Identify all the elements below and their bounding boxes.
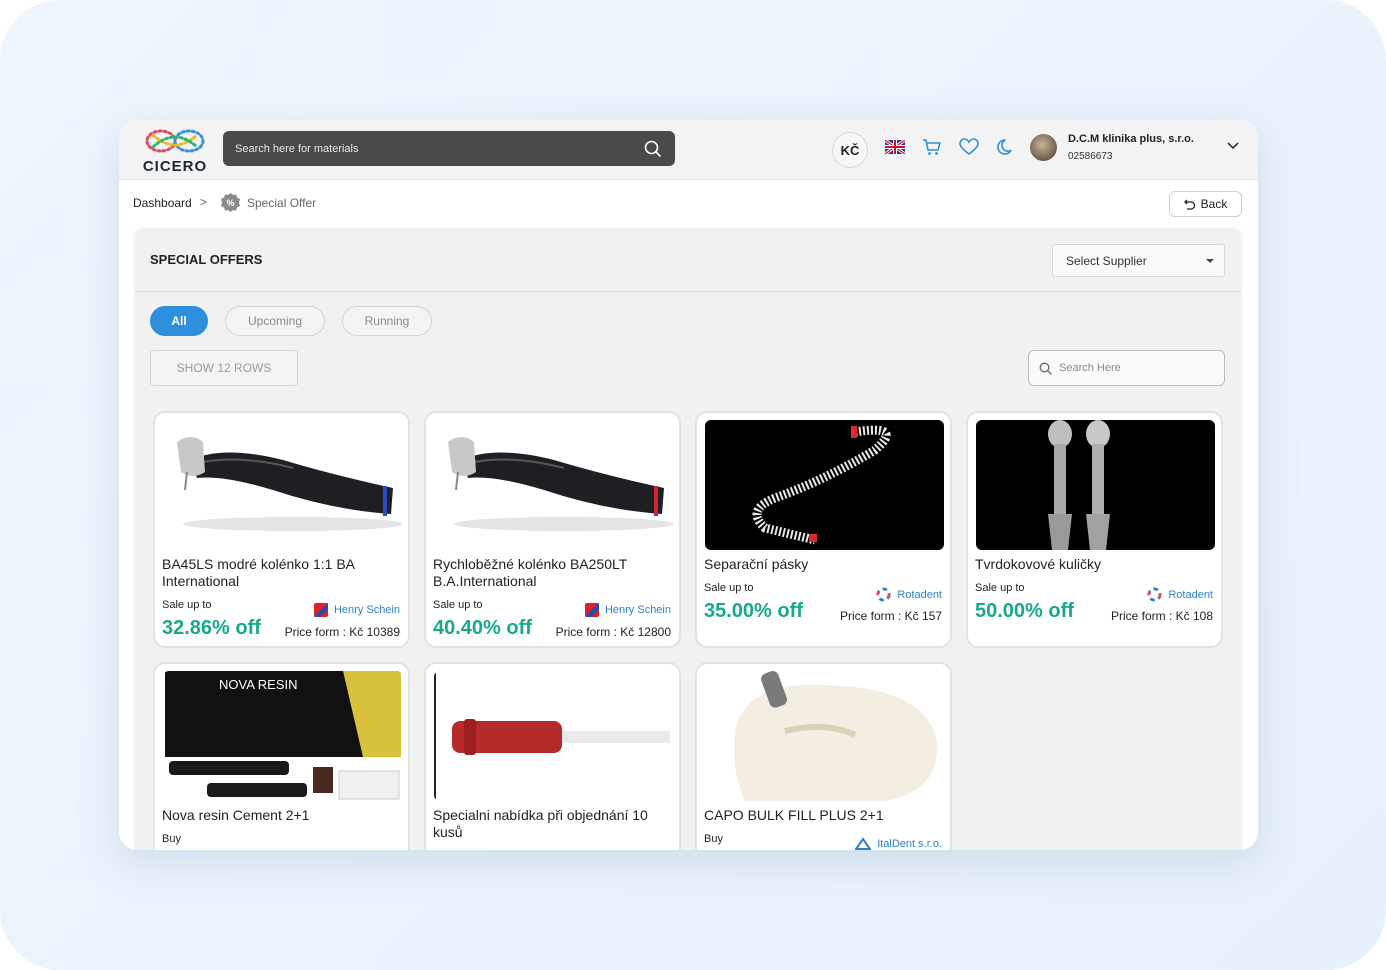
offer-search-input[interactable]: [1059, 351, 1209, 385]
offer-card[interactable]: CAPO BULK FILL PLUS 2+1 Buy ItalDent s.r…: [695, 662, 952, 850]
offer-card[interactable]: Specialni nabídka při objednání 10 kusů: [424, 662, 681, 850]
search-icon[interactable]: [644, 140, 661, 157]
supplier-link[interactable]: Henry Schein: [584, 603, 671, 617]
henry-schein-logo-icon: [584, 603, 599, 617]
infinity-logo-icon: [145, 129, 205, 153]
discount-value: 35.00% off: [704, 600, 803, 622]
product-image-separating-strip: [705, 420, 944, 550]
panel-divider: [135, 291, 1241, 292]
material-search-input[interactable]: [235, 131, 625, 166]
product-image-handpiece-blue: [163, 420, 402, 550]
svg-text:%: %: [226, 198, 234, 208]
price-from: Price form : Kč 157: [839, 609, 942, 623]
offer-card[interactable]: Separační pásky Sale up to Rotadent 35.0…: [695, 411, 952, 648]
tab-upcoming[interactable]: Upcoming: [225, 306, 325, 336]
offer-card[interactable]: Tvrdokovové kuličky Sale up to Rotadent …: [966, 411, 1223, 648]
offer-name: Separační pásky: [704, 556, 809, 572]
caret-down-icon: [1206, 259, 1214, 263]
discount-value: 50.00% off: [975, 600, 1074, 622]
material-search-bar: [223, 131, 675, 166]
uk-flag-icon[interactable]: [885, 140, 905, 154]
discount-badge-icon: %: [221, 193, 240, 212]
discount-value: 40.40% off: [433, 617, 532, 639]
offer-name: Nova resin Cement 2+1: [162, 807, 310, 823]
nova-resin-box-text: NOVA RESIN: [219, 677, 298, 692]
product-image-red-handle-tool: [434, 671, 673, 801]
supplier-link[interactable]: Rotadent: [1147, 587, 1213, 602]
rotadent-logo-icon: [876, 587, 891, 602]
cart-icon[interactable]: [922, 138, 942, 156]
discount-value: 32.86% off: [162, 617, 261, 639]
panel-title: SPECIAL OFFERS: [150, 252, 263, 267]
sale-label: Buy: [704, 833, 723, 845]
top-bar: CICERO KČ D.C.M: [119, 120, 1258, 180]
app-window: CICERO KČ D.C.M: [119, 120, 1258, 850]
tab-running[interactable]: Running: [342, 306, 432, 336]
cicero-logo[interactable]: CICERO: [139, 125, 211, 177]
supplier-select[interactable]: Select Supplier: [1052, 244, 1225, 277]
tab-all[interactable]: All: [150, 306, 208, 336]
back-label: Back: [1200, 197, 1228, 211]
offer-search-box: [1028, 350, 1225, 386]
chevron-down-icon[interactable]: [1227, 142, 1239, 150]
supplier-name: Rotadent: [1168, 588, 1213, 601]
supplier-name: Rotadent: [897, 588, 942, 601]
product-image-handpiece-red: [434, 420, 673, 550]
company-name: D.C.M klinika plus, s.r.o.: [1068, 133, 1194, 145]
breadcrumb-special-offer: Special Offer: [247, 196, 317, 210]
offer-card[interactable]: Rychloběžné kolénko BA250LT B.A.Internat…: [424, 411, 681, 648]
henry-schein-logo-icon: [313, 603, 328, 617]
supplier-link[interactable]: Henry Schein: [313, 603, 400, 617]
sale-label: Sale up to: [704, 582, 754, 594]
company-id: 02586673: [1068, 151, 1113, 162]
sale-label: Buy: [162, 833, 181, 845]
offer-name: CAPO BULK FILL PLUS 2+1: [704, 807, 884, 823]
offer-card[interactable]: NOVA RESIN Nova resin Cement 2+1 Buy: [153, 662, 410, 850]
product-image-carbide-burs: [976, 420, 1215, 550]
show-rows-button[interactable]: SHOW 12 ROWS: [150, 350, 298, 386]
sale-label: Sale up to: [975, 582, 1025, 594]
search-icon: [1039, 362, 1052, 375]
dark-mode-moon-icon[interactable]: [997, 138, 1015, 156]
price-from: Price form : Kč 10389: [284, 625, 400, 639]
offer-name: Tvrdokovové kuličky: [975, 556, 1102, 572]
rotadent-logo-icon: [1147, 587, 1162, 602]
sale-label: Sale up to: [433, 599, 483, 611]
italdent-logo-icon: [855, 837, 872, 850]
offer-card[interactable]: BA45LS modré kolénko 1:1 BA Internationa…: [153, 411, 410, 648]
currency-button[interactable]: KČ: [832, 132, 868, 168]
back-button[interactable]: Back: [1169, 191, 1242, 217]
back-arrow-icon: [1183, 199, 1195, 210]
special-offers-panel: SPECIAL OFFERS Select Supplier All Upcom…: [135, 228, 1241, 850]
product-image-nova-resin: NOVA RESIN: [163, 671, 402, 801]
supplier-name: ItalDent s.r.o.: [877, 838, 942, 850]
offer-name: Rychloběžné kolénko BA250LT B.A.Internat…: [433, 556, 628, 589]
heart-icon[interactable]: [959, 138, 979, 156]
product-image-tooth-filling: [705, 671, 944, 801]
supplier-name: Henry Schein: [333, 604, 400, 616]
breadcrumb-dashboard[interactable]: Dashboard: [133, 196, 192, 210]
breadcrumb-separator: >: [200, 195, 208, 209]
price-from: Price form : Kč 108: [1110, 609, 1213, 623]
offer-name: BA45LS modré kolénko 1:1 BA Internationa…: [162, 556, 355, 589]
sale-label: Sale up to: [162, 599, 212, 611]
offer-name: Specialni nabídka při objednání 10 kusů: [433, 807, 648, 840]
logo-text: CICERO: [142, 158, 208, 175]
supplier-link[interactable]: ItalDent s.r.o.: [855, 837, 942, 850]
supplier-select-label: Select Supplier: [1066, 254, 1147, 268]
price-from: Price form : Kč 12800: [555, 625, 671, 639]
supplier-name: Henry Schein: [604, 604, 671, 616]
supplier-link[interactable]: Rotadent: [876, 587, 942, 602]
user-avatar[interactable]: [1030, 134, 1057, 161]
